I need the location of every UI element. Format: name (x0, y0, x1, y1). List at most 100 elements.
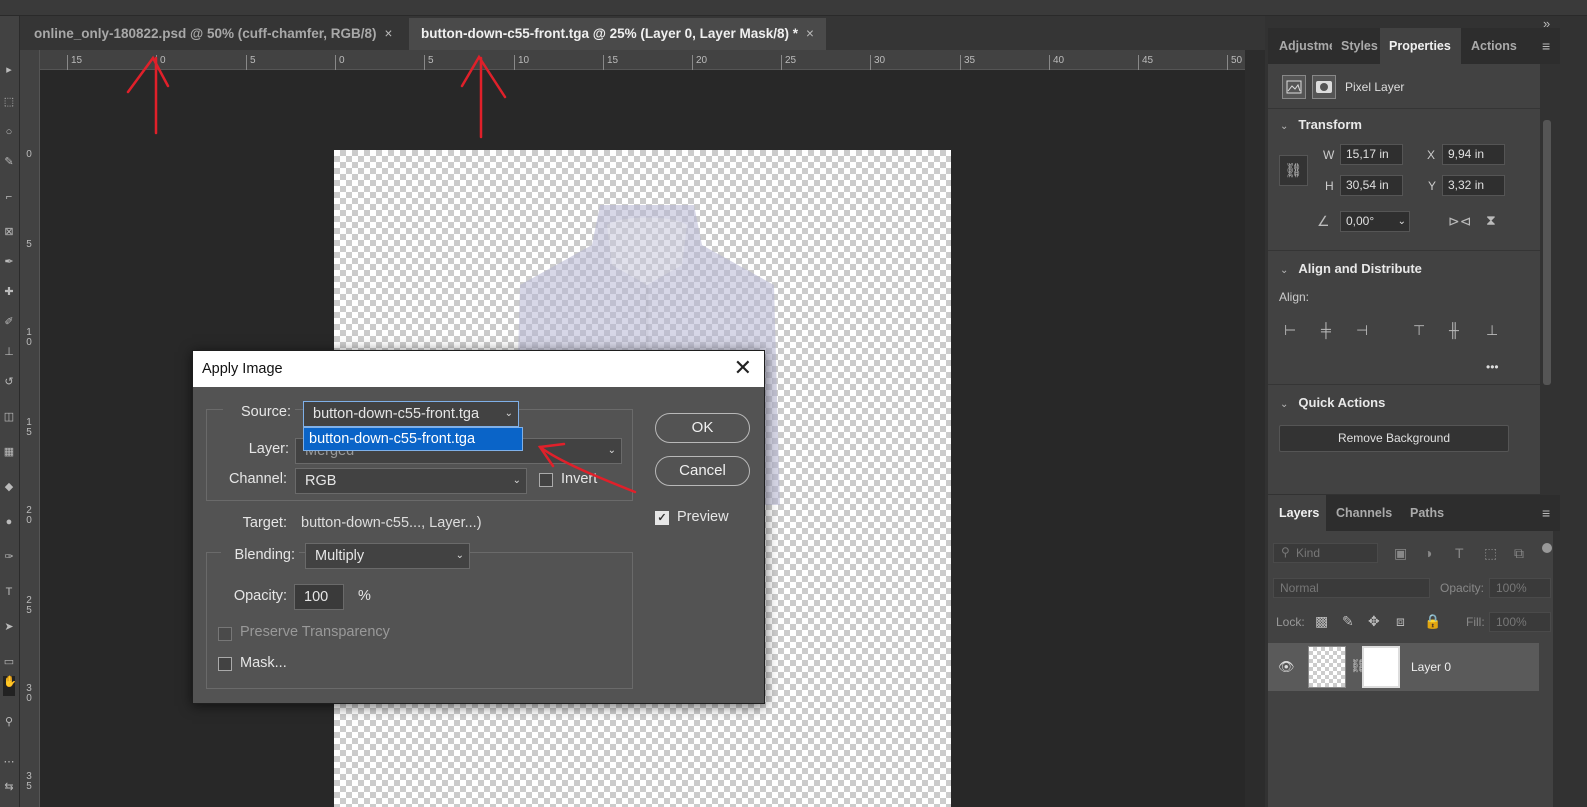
stamp-tool-icon[interactable]: ⊥ (3, 346, 15, 358)
align-middle-v-icon[interactable]: ╫ (1449, 322, 1459, 338)
opacity-field[interactable]: 100% (1489, 578, 1551, 598)
channel-select[interactable]: RGB ⌄ (295, 468, 527, 494)
eye-visibility-icon[interactable]: 👁 (1278, 659, 1295, 675)
flip-vertical-icon[interactable]: ⧗ (1486, 212, 1496, 228)
shape-tool-icon[interactable]: ▭ (3, 656, 15, 668)
lasso-tool-icon[interactable]: ○ (3, 126, 15, 138)
filter-type-icon[interactable]: T (1455, 545, 1464, 561)
tab-styles[interactable]: Styles (1334, 28, 1385, 64)
properties-scrollbar[interactable] (1543, 120, 1551, 385)
quick-select-icon[interactable]: ✎ (3, 156, 15, 168)
healing-brush-icon[interactable]: ✚ (3, 286, 15, 298)
remove-background-button[interactable]: Remove Background (1279, 425, 1509, 452)
layer-thumbnail[interactable] (1308, 646, 1346, 688)
document-tab-online-only[interactable]: online_only-180822.psd @ 50% (cuff-chamf… (22, 18, 404, 50)
blend-mode-select[interactable]: Normal (1273, 578, 1430, 598)
y-field[interactable]: 3,32 in (1442, 175, 1505, 196)
lock-pixels-icon[interactable]: ✎ (1342, 613, 1354, 629)
close-icon[interactable]: ✕ (734, 357, 752, 379)
align-section-header[interactable]: ⌄ Align and Distribute (1280, 261, 1422, 276)
kind-placeholder: Kind (1296, 546, 1321, 560)
align-left-icon[interactable]: ⊢ (1284, 322, 1296, 338)
history-brush-icon[interactable]: ↺ (3, 376, 15, 388)
x-field[interactable]: 9,94 in (1442, 144, 1505, 165)
document-tab-button-down[interactable]: button-down-c55-front.tga @ 25% (Layer 0… (409, 18, 826, 50)
panel-menu-icon[interactable]: ≡ (1542, 38, 1550, 54)
opacity-field[interactable]: 100 (294, 584, 344, 610)
layer-row[interactable]: 👁 ⛓ Layer 0 (1268, 643, 1539, 691)
lock-position-icon[interactable]: ✥ (1368, 613, 1380, 629)
path-select-icon[interactable]: ➤ (3, 621, 15, 633)
source-dropdown-option[interactable]: button-down-c55-front.tga (303, 427, 523, 451)
zoom-tool-icon[interactable]: ⚲ (3, 716, 15, 728)
marquee-tool-icon[interactable]: ⬚ (3, 96, 15, 108)
align-right-icon[interactable]: ⊣ (1356, 322, 1368, 338)
y-label: Y (1428, 179, 1437, 193)
ok-button[interactable]: OK (655, 413, 750, 443)
divider (1268, 384, 1540, 385)
filter-shape-icon[interactable]: ⬚ (1484, 545, 1497, 561)
preserve-transparency-checkbox[interactable] (218, 627, 232, 641)
ruler-tick: 15 (603, 55, 618, 70)
more-options-icon[interactable]: ••• (1486, 360, 1499, 374)
transform-section-header[interactable]: ⌄ Transform (1280, 117, 1362, 132)
eraser-tool-icon[interactable]: ◫ (3, 411, 15, 423)
preview-checkbox[interactable]: ✓ (655, 511, 669, 525)
invert-checkbox[interactable] (539, 473, 553, 487)
layer-mask-thumbnail[interactable] (1362, 646, 1400, 688)
tab-paths[interactable]: Paths (1402, 495, 1452, 531)
flip-horizontal-icon[interactable]: ⊳⊲ (1448, 213, 1471, 229)
source-select[interactable]: button-down-c55-front.tga ⌄ (303, 401, 519, 427)
filter-adjustment-icon[interactable]: ◑ (1424, 545, 1432, 561)
close-icon[interactable]: × (385, 26, 393, 41)
gradient-tool-icon[interactable]: ▦ (3, 446, 15, 458)
hand-tool-icon[interactable]: ✋ (3, 676, 17, 696)
swap-colors-icon[interactable]: ⇆ (3, 781, 15, 793)
target-value: button-down-c55..., Layer...) (301, 515, 482, 531)
quick-actions-heading: Quick Actions (1298, 395, 1386, 410)
lock-transparent-icon[interactable]: ▩ (1315, 613, 1328, 629)
eyedropper-icon[interactable]: ✒ (3, 256, 15, 268)
frame-tool-icon[interactable]: ⊠ (3, 226, 15, 238)
align-center-h-icon[interactable]: ╪ (1321, 322, 1331, 338)
layer-mask-icon[interactable] (1312, 75, 1336, 99)
blur-tool-icon[interactable]: ◆ (3, 481, 15, 493)
tab-properties[interactable]: Properties (1380, 28, 1461, 64)
horizontal-ruler[interactable]: 15 0 5 0 5 10 15 20 25 30 35 40 45 50 (40, 50, 1245, 70)
fill-field[interactable]: 100% (1489, 612, 1551, 632)
move-tool-icon[interactable]: ▸ (3, 64, 15, 76)
tab-channels[interactable]: Channels (1328, 495, 1400, 531)
vertical-scrollbar[interactable] (1245, 50, 1265, 807)
link-dimensions-icon[interactable]: ⛓ (1279, 155, 1308, 186)
blending-select[interactable]: Multiply ⌄ (305, 543, 470, 569)
quick-actions-header[interactable]: ⌄ Quick Actions (1280, 395, 1385, 410)
filter-toggle-icon[interactable] (1542, 543, 1552, 553)
tab-actions[interactable]: Actions (1462, 28, 1532, 64)
width-field[interactable]: 15,17 in (1340, 144, 1403, 165)
brush-tool-icon[interactable]: ✐ (3, 316, 15, 328)
mask-checkbox[interactable] (218, 657, 232, 671)
edit-toolbar-icon[interactable]: ⋯ (3, 756, 15, 768)
height-field[interactable]: 30,54 in (1340, 175, 1403, 196)
chevron-down-icon: ⌄ (1280, 121, 1289, 132)
cancel-button[interactable]: Cancel (655, 456, 750, 486)
pen-tool-icon[interactable]: ✑ (3, 551, 15, 563)
align-heading: Align and Distribute (1298, 261, 1422, 276)
dodge-tool-icon[interactable]: ● (3, 516, 15, 528)
tab-adjustments[interactable]: Adjustme (1272, 28, 1332, 64)
chevron-down-icon[interactable]: ⌄ (1398, 212, 1406, 231)
type-tool-icon[interactable]: T (3, 586, 15, 598)
filter-smart-object-icon[interactable]: ⧉ (1514, 545, 1524, 561)
layer-name[interactable]: Layer 0 (1411, 660, 1451, 674)
align-top-icon[interactable]: ⊤ (1413, 322, 1425, 338)
crop-tool-icon[interactable]: ⌐ (3, 191, 15, 203)
align-bottom-icon[interactable]: ⊥ (1486, 322, 1498, 338)
filter-pixel-icon[interactable]: ▣ (1394, 545, 1407, 561)
tab-layers[interactable]: Layers (1268, 495, 1326, 531)
angle-field[interactable]: 0,00° ⌄ (1340, 211, 1410, 232)
lock-all-icon[interactable]: 🔒 (1424, 613, 1441, 629)
lock-artboard-icon[interactable]: ⧈ (1396, 613, 1405, 629)
vertical-ruler[interactable]: 0 5 1 0 1 5 2 0 2 5 3 0 3 5 (20, 50, 40, 807)
layers-menu-icon[interactable]: ≡ (1542, 505, 1550, 521)
close-icon[interactable]: × (806, 26, 814, 41)
